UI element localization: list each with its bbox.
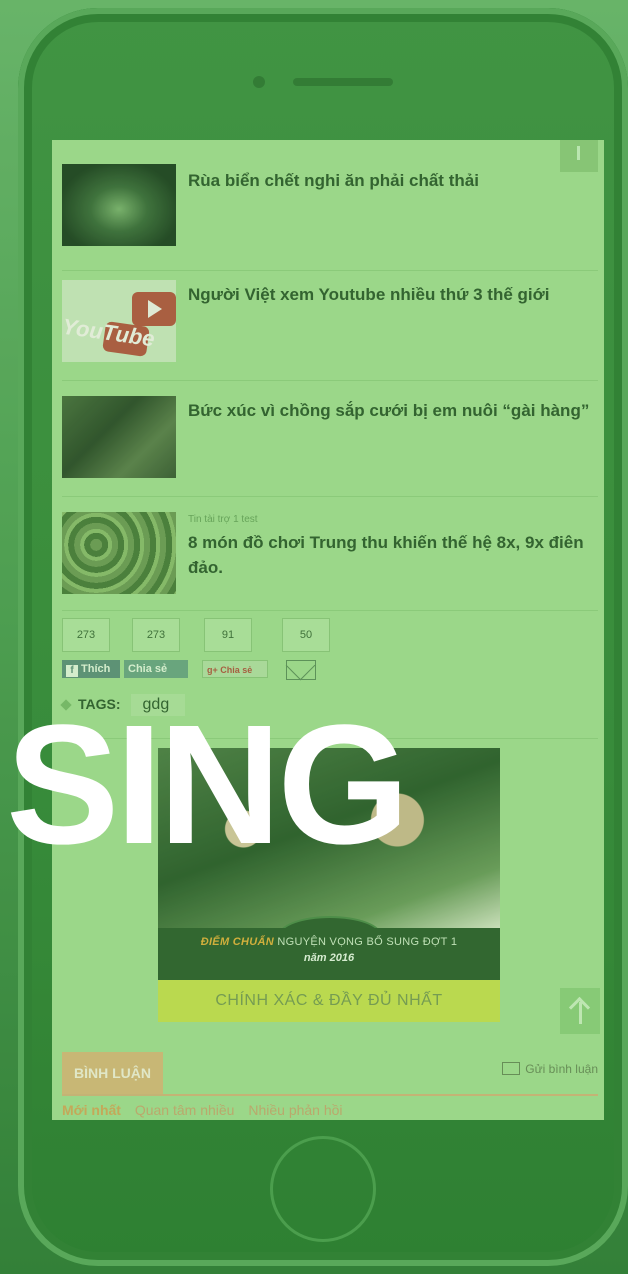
share-count: 50: [282, 618, 330, 652]
share-count: 273: [132, 618, 180, 652]
share-count: 273: [62, 618, 110, 652]
banner-line1: NGUYỆN VỌNG BỔ SUNG ĐỢT 1: [277, 936, 458, 948]
banner-headline: ĐIỂM CHUẨN NGUYỆN VỌNG BỔ SUNG ĐỢT 1 năm…: [158, 928, 500, 980]
sponsored-label: Tin tài trợ 1 test: [188, 514, 258, 525]
article-title[interactable]: Rùa biển chết nghi ăn phải chất thải: [188, 168, 594, 193]
share-count: 91: [204, 618, 252, 652]
article-thumbnail[interactable]: [62, 164, 176, 246]
tab-most-replies[interactable]: Nhiều phản hồi: [248, 1102, 342, 1118]
comment-tabs: Mới nhất Quan tâm nhiều Nhiều phản hồi: [62, 1102, 353, 1118]
home-button[interactable]: [270, 1136, 376, 1242]
article-thumbnail[interactable]: YouTube: [62, 280, 176, 362]
envelope-icon: [502, 1062, 521, 1075]
tab-newest[interactable]: Mới nhất: [62, 1102, 121, 1118]
overlay-headline: SING: [6, 690, 410, 880]
list-item[interactable]: Tin tài trợ 1 test 8 món đồ chơi Trung t…: [62, 512, 598, 611]
front-camera: [253, 76, 265, 88]
banner-year: năm 2016: [303, 952, 355, 964]
gplus-share-button[interactable]: g+ Chia sẻ: [202, 660, 268, 678]
back-to-top-button[interactable]: [560, 988, 600, 1034]
article-title[interactable]: 8 món đồ chơi Trung thu khiến thế hệ 8x,…: [188, 530, 594, 580]
send-comment-link[interactable]: Gửi bình luận: [502, 1062, 598, 1076]
banner-tagline: CHÍNH XÁC & ĐẦY ĐỦ NHẤT: [158, 980, 500, 1022]
tab-most-interest[interactable]: Quan tâm nhiều: [135, 1102, 235, 1118]
facebook-like-button[interactable]: f Thích: [62, 660, 120, 678]
article-thumbnail[interactable]: [62, 396, 176, 478]
article-thumbnail[interactable]: [62, 512, 176, 594]
list-item[interactable]: YouTube Người Việt xem Youtube nhiều thứ…: [62, 280, 598, 381]
email-share-icon[interactable]: [286, 660, 316, 680]
facebook-icon: f: [66, 665, 78, 677]
banner-highlight: ĐIỂM CHUẨN: [200, 936, 274, 948]
share-bar: 273 273 91 50 f Thích Chia sẻ g+ Chia sẻ: [62, 618, 602, 682]
phone-screen: Rùa biển chết nghi ăn phải chất thải You…: [52, 140, 604, 1120]
article-title[interactable]: Bức xúc vì chồng sắp cưới bị em nuôi “gà…: [188, 398, 594, 423]
list-item[interactable]: Bức xúc vì chồng sắp cưới bị em nuôi “gà…: [62, 396, 598, 497]
article-title[interactable]: Người Việt xem Youtube nhiều thứ 3 thế g…: [188, 282, 594, 307]
comments-title: BÌNH LUẬN: [62, 1052, 163, 1094]
gplus-icon: g+: [207, 665, 218, 675]
comments-header: BÌNH LUẬN Gửi bình luận: [62, 1052, 598, 1096]
facebook-share-button[interactable]: Chia sẻ: [124, 660, 188, 678]
play-icon: [148, 300, 162, 318]
speaker-grille: [293, 78, 393, 86]
list-item[interactable]: Rùa biển chết nghi ăn phải chất thải: [62, 164, 598, 271]
